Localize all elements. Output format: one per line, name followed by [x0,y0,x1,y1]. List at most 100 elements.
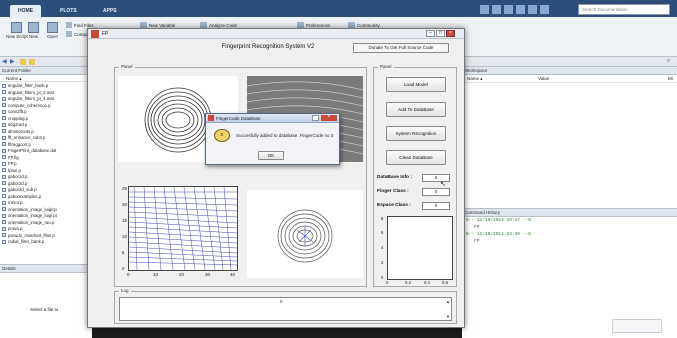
file-icon [2,83,6,88]
file-icon [2,187,6,192]
file-icon [2,109,6,114]
history-date-entry[interactable]: %-- 12/10/2014 20:47 --% [462,217,677,224]
scroll-down-icon[interactable]: ▼ [446,314,450,319]
espace-class-label: Espace Class : [377,203,411,208]
file-icon [2,220,6,225]
quick-access-toolbar [480,5,575,15]
open-icon [47,22,58,33]
file-name: gabor2d.p [8,180,28,186]
folder-up-icon[interactable] [20,59,26,65]
file-name: gabor1d.p [8,174,28,179]
finger-class-field[interactable]: 0 [422,188,450,196]
file-name: mirror.p [8,200,23,205]
back-icon[interactable]: ◀ [2,58,7,65]
add-to-database-button[interactable]: Add To DataBase [386,102,446,117]
app-header: Fingerprint Recognition System V2 Donate… [88,39,464,55]
name-column-header[interactable]: Name ▴ [0,75,91,82]
copy-icon[interactable] [504,5,513,14]
open-button[interactable]: Open [47,22,58,39]
file-icon [2,200,6,205]
file-name: FP.p [8,161,17,166]
info-speech-icon: ≡ [214,129,230,142]
file-name: gabor2d_sub.p [8,187,37,192]
close-icon[interactable]: × [446,30,455,37]
list-item[interactable]: radial_filter_bank.p [2,239,89,246]
mini-y-tick-label: 8 [381,216,384,221]
mini-plot-area [387,216,453,280]
community-label: Community [357,22,380,28]
save-icon[interactable] [480,5,489,14]
file-name: orientation_image_luigicp [8,206,57,212]
new-icon [28,22,39,33]
undo-icon[interactable] [528,5,537,14]
tab-apps[interactable]: APPS [95,5,125,17]
load-model-button[interactable]: Load Model [386,77,446,92]
mini-y-tick-label: 6 [381,230,384,235]
log-textarea[interactable]: 0 ▲ ▼ [119,297,452,321]
file-name: diminoroots.p [8,128,34,134]
y-tick-label: 20 [122,202,128,207]
log-text: 0 [280,299,283,304]
dialog-close-icon[interactable]: × [321,115,337,121]
file-icon [2,213,6,218]
file-name: compute_coherence.p [8,102,51,108]
system-recognition-button[interactable]: System Recognition [386,126,446,141]
maximize-icon[interactable]: □ [436,30,445,37]
find-files-icon [66,22,72,28]
mini-x-tick-label: 0.2 [405,280,411,285]
y-tick-label: 25 [122,186,128,191]
file-icon [2,142,6,147]
espace-class-field[interactable]: 0 [422,202,450,210]
file-name: fftreggcorr.p [8,141,31,147]
mini-y-tick-label: 4 [381,245,384,250]
file-icon [2,226,6,231]
browse-folder-icon[interactable] [29,59,35,65]
workspace-min-column[interactable]: Mi [668,76,673,81]
file-icon [2,239,6,244]
mini-x-tick-label: 0 [386,280,389,285]
minimize-icon[interactable]: – [426,30,435,37]
history-date-entry[interactable]: %-- 12/10/2014 23:40 --% [462,231,677,238]
tab-plots[interactable]: PLOTS [52,5,85,17]
file-name: fpnei.p [8,167,21,173]
clean-database-button[interactable]: Clean DataBase [386,150,446,165]
database-info-label: DataBase Info : [377,175,412,180]
paste-icon[interactable] [516,5,525,14]
log-panel: Log 0 ▲ ▼ [114,288,457,324]
file-name: cropping.p [8,115,29,121]
find-files-label: Find Files [74,22,94,28]
mini-x-tick-label: 0.4 [424,280,430,285]
open-label: Open [47,34,59,39]
workspace-title: Workspace [463,67,677,75]
dialog-message: Succesfully added to database. FingerCod… [236,133,334,138]
y-tick-label: 5 [122,250,125,255]
command-history-title: Command History [462,209,677,217]
new-script-button[interactable]: New Script [6,22,28,39]
help-icon[interactable] [540,5,549,14]
matlab-logo-icon [208,115,214,121]
new-script-icon [11,22,23,33]
new-label: New [28,34,38,39]
history-command-entry[interactable]: FP [462,238,677,245]
cut-icon[interactable] [492,5,501,14]
search-icon[interactable]: ⌕ [667,58,670,65]
file-icon [2,103,6,108]
donate-button[interactable]: Donate To Get Full Source Code [353,43,449,53]
history-command-entry[interactable]: FP [462,224,677,231]
forward-icon[interactable]: ▶ [10,58,15,65]
file-icon [2,148,6,153]
tab-home[interactable]: HOME [10,5,41,17]
scroll-up-icon[interactable]: ▲ [446,299,450,304]
search-documentation-input[interactable]: Search Documentation [578,4,670,15]
file-icon [2,96,6,101]
workspace-name-column[interactable]: Name ▴ [467,76,483,82]
file-icon [2,233,6,238]
new-button[interactable]: New [28,22,39,39]
x-tick-label: 40 [230,272,236,277]
file-name: angular_filters_pi_4.mat [8,96,54,101]
dialog-minimize-icon[interactable] [312,115,319,121]
filter-icon[interactable]: ⏷ [664,5,670,13]
ok-button[interactable]: OK [258,151,284,160]
image-panel-label: Panel [119,64,135,69]
workspace-value-column[interactable]: Value [538,76,549,81]
